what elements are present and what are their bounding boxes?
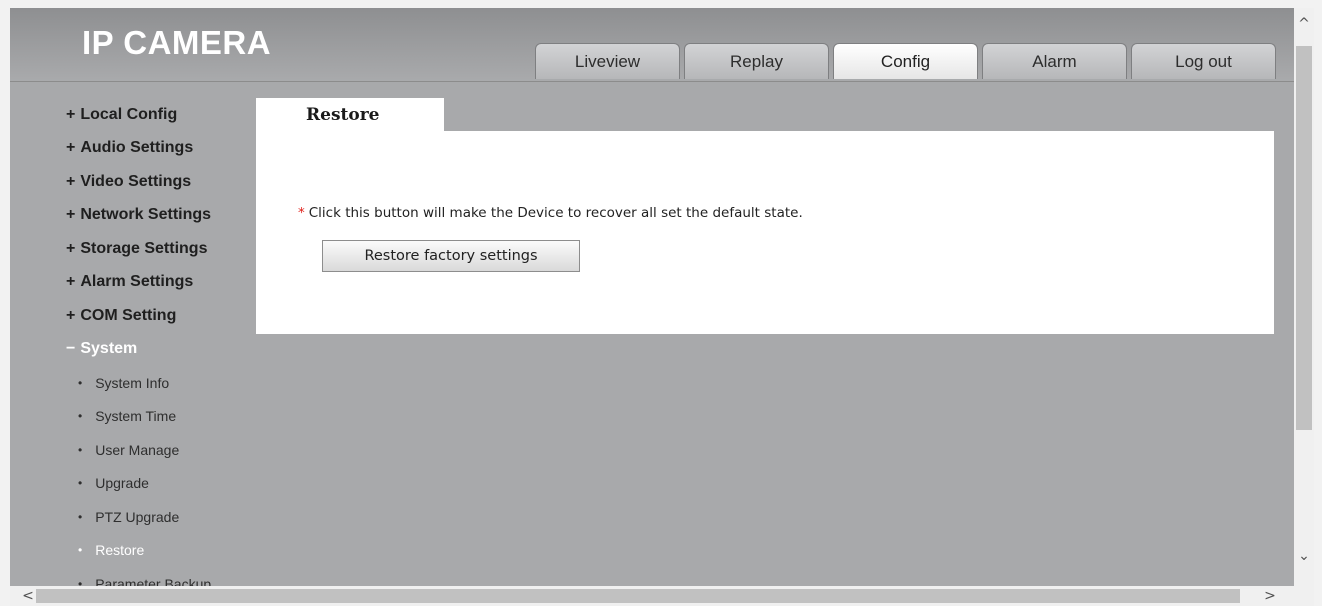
sidebar-group-storage-settings[interactable]: + Storage Settings <box>10 232 250 266</box>
horizontal-scroll-thumb[interactable] <box>36 589 1240 603</box>
sidebar-group-alarm-settings[interactable]: + Alarm Settings <box>10 266 250 300</box>
expand-icon: + <box>66 139 76 157</box>
brand-logo: IP CAMERA <box>82 24 272 61</box>
sidebar-group-network-settings[interactable]: + Network Settings <box>10 199 250 233</box>
sidebar-group-label: Video Settings <box>80 172 192 190</box>
tab-replay[interactable]: Replay <box>684 43 829 79</box>
bullet-icon: • <box>78 543 83 558</box>
bullet-icon: • <box>78 509 83 524</box>
sidebar-group-label: Alarm Settings <box>80 273 194 291</box>
sidebar-group-system[interactable]: − System <box>10 333 250 367</box>
panel-tab-restore[interactable]: Restore <box>256 98 444 132</box>
restore-panel: * Click this button will make the Device … <box>256 131 1274 334</box>
sidebar-item-restore[interactable]: • Restore <box>10 534 250 568</box>
sidebar-item-label: User Manage <box>95 441 180 458</box>
sidebar-group-video-settings[interactable]: + Video Settings <box>10 165 250 199</box>
scroll-right-icon[interactable]: > <box>1260 586 1280 606</box>
bullet-icon: • <box>78 476 83 491</box>
vertical-scrollbar[interactable]: ^ ⌄ <box>1294 8 1314 586</box>
expand-icon: + <box>66 206 76 224</box>
restore-factory-settings-button[interactable]: Restore factory settings <box>322 240 580 272</box>
expand-icon: + <box>66 239 76 257</box>
expand-icon: + <box>66 273 76 291</box>
sidebar-group-label: Storage Settings <box>80 239 208 257</box>
expand-icon: + <box>66 172 76 190</box>
app-window: IP CAMERA Liveview Replay Config Alarm L… <box>10 8 1294 606</box>
expand-icon: + <box>66 306 76 324</box>
bullet-icon: • <box>78 375 83 390</box>
required-marker: * <box>298 205 305 221</box>
scroll-left-icon[interactable]: < <box>18 586 38 606</box>
sidebar-group-local-config[interactable]: + Local Config <box>10 98 250 132</box>
sidebar-item-label: PTZ Upgrade <box>95 508 180 525</box>
expand-icon: + <box>66 105 76 123</box>
restore-note: * Click this button will make the Device … <box>298 205 803 221</box>
sidebar-group-label: Local Config <box>80 105 178 123</box>
tab-liveview[interactable]: Liveview <box>535 43 680 79</box>
sidebar-group-audio-settings[interactable]: + Audio Settings <box>10 132 250 166</box>
restore-note-text: Click this button will make the Device t… <box>308 205 803 221</box>
scroll-up-icon[interactable]: ^ <box>1294 16 1314 38</box>
tab-config[interactable]: Config <box>833 43 978 79</box>
tab-alarm[interactable]: Alarm <box>982 43 1127 79</box>
sidebar-item-label: Upgrade <box>95 475 149 492</box>
horizontal-scrollbar[interactable]: < > <box>10 586 1314 606</box>
sidebar-group-label: COM Setting <box>80 306 177 324</box>
tab-logout[interactable]: Log out <box>1131 43 1276 79</box>
sidebar-item-upgrade[interactable]: • Upgrade <box>10 467 250 501</box>
sidebar-item-system-info[interactable]: • System Info <box>10 366 250 400</box>
bullet-icon: • <box>78 442 83 457</box>
sidebar-group-label: Audio Settings <box>80 139 194 157</box>
sidebar-item-ptz-upgrade[interactable]: • PTZ Upgrade <box>10 500 250 534</box>
sidebar-item-system-time[interactable]: • System Time <box>10 400 250 434</box>
sidebar-group-com-setting[interactable]: + COM Setting <box>10 299 250 333</box>
collapse-icon: − <box>66 340 76 358</box>
bullet-icon: • <box>78 409 83 424</box>
header-bar: IP CAMERA Liveview Replay Config Alarm L… <box>10 8 1294 82</box>
sidebar-group-label: System <box>80 340 138 358</box>
config-sidebar: + Local Config + Audio Settings + Video … <box>10 98 250 601</box>
scroll-down-icon[interactable]: ⌄ <box>1294 548 1314 570</box>
sidebar-item-user-manage[interactable]: • User Manage <box>10 433 250 467</box>
vertical-scroll-thumb[interactable] <box>1296 46 1312 430</box>
sidebar-item-label: System Info <box>95 374 170 391</box>
sidebar-item-label: System Time <box>95 408 177 425</box>
sidebar-item-label: Restore <box>95 542 145 559</box>
sidebar-group-label: Network Settings <box>80 206 212 224</box>
main-tabs: Liveview Replay Config Alarm Log out <box>535 43 1280 81</box>
